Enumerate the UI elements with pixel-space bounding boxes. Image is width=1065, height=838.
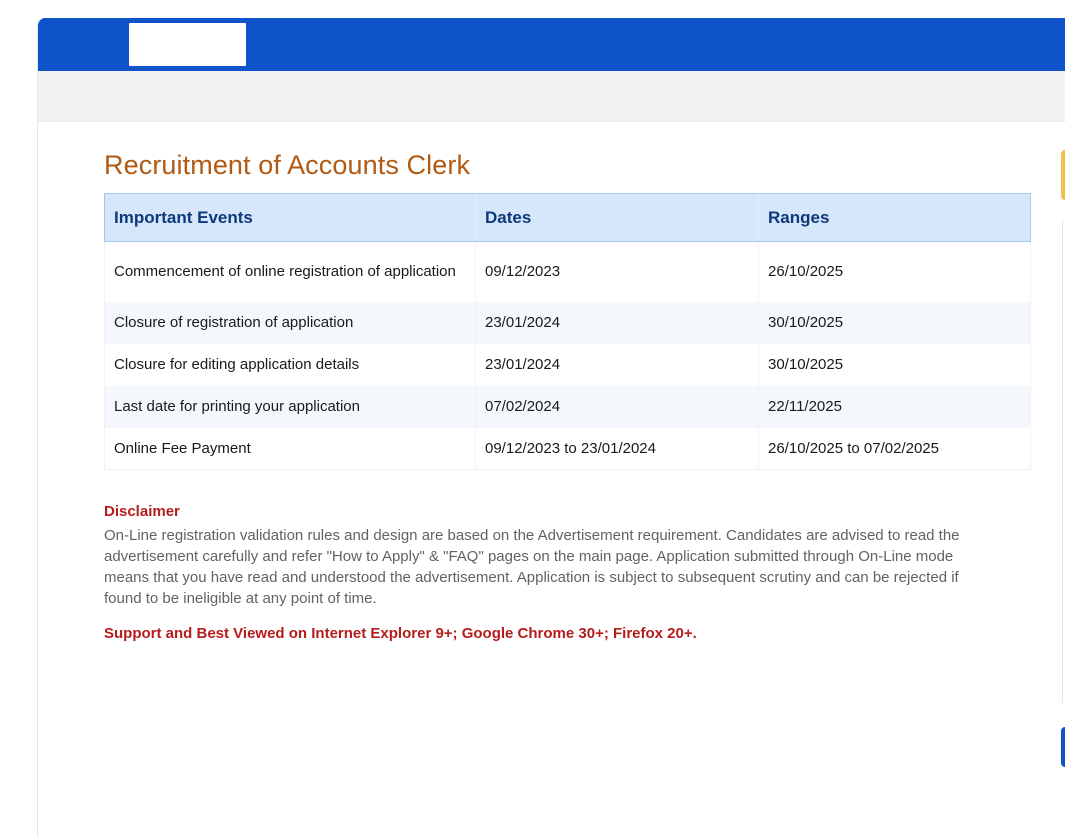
range-cell: 26/10/2025 to 07/02/2025 — [758, 427, 1031, 470]
date-cell: 23/01/2024 — [475, 301, 759, 344]
disclaimer-text: On-Line registration validation rules an… — [104, 527, 960, 607]
date-cell: 09/12/2023 — [475, 241, 759, 302]
table-row: Last date for printing your application … — [104, 385, 1031, 428]
page-title: Recruitment of Accounts Clerk — [104, 150, 471, 180]
important-events-table: Important Events Dates Ranges Commenceme… — [104, 193, 1031, 470]
event-cell: Last date for printing your application — [104, 385, 476, 428]
date-cell: 07/02/2024 — [475, 385, 759, 428]
column-header-ranges: Ranges — [758, 193, 1031, 242]
disclaimer-section: Disclaimer On-Line registration validati… — [104, 503, 1034, 609]
side-panel-tab-secondary[interactable] — [1061, 727, 1065, 767]
range-cell: 22/11/2025 — [758, 385, 1031, 428]
table-row: Closure of registration of application 2… — [104, 301, 1031, 344]
column-header-dates: Dates — [475, 193, 759, 242]
app-window: Recruitment of Accounts Clerk Important … — [37, 18, 1065, 838]
main-content: Recruitment of Accounts Clerk Important … — [104, 122, 1034, 642]
disclaimer-title: Disclaimer — [104, 503, 180, 520]
range-cell: 30/10/2025 — [758, 343, 1031, 386]
range-cell: 30/10/2025 — [758, 301, 1031, 344]
sub-navigation-bar — [38, 71, 1065, 122]
table-row: Closure for editing application details … — [104, 343, 1031, 386]
date-cell: 09/12/2023 to 23/01/2024 — [475, 427, 759, 470]
logo[interactable] — [129, 23, 246, 66]
browser-support-note: Support and Best Viewed on Internet Expl… — [104, 625, 697, 642]
table-row: Online Fee Payment 09/12/2023 to 23/01/2… — [104, 427, 1031, 470]
event-cell: Online Fee Payment — [104, 427, 476, 470]
top-header-bar — [38, 18, 1065, 71]
column-header-events: Important Events — [104, 193, 476, 242]
table-header-row: Important Events Dates Ranges — [104, 193, 1031, 242]
date-cell: 23/01/2024 — [475, 343, 759, 386]
event-cell: Closure for editing application details — [104, 343, 476, 386]
event-cell: Commencement of online registration of a… — [104, 241, 476, 302]
event-cell: Closure of registration of application — [104, 301, 476, 344]
table-row: Commencement of online registration of a… — [104, 241, 1031, 302]
side-panel-tab[interactable] — [1061, 150, 1065, 200]
range-cell: 26/10/2025 — [758, 241, 1031, 302]
